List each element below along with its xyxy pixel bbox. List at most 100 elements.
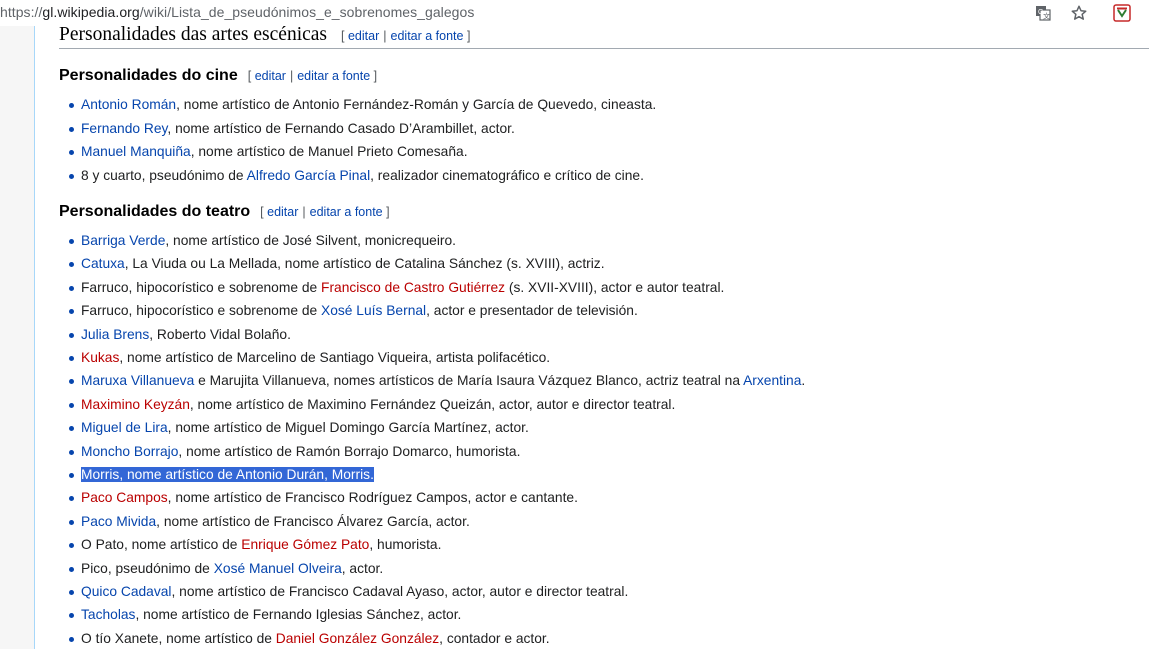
item-text: , nome artístico de Francisco Rodríguez … — [167, 490, 578, 506]
item-text: , contador e actor. — [439, 630, 550, 646]
redlink[interactable]: Paco Campos — [81, 490, 168, 505]
address-bar[interactable]: https://gl.wikipedia.org/wiki/Lista_de_p… — [0, 0, 1149, 27]
list-item: Pico, pseudónimo de Xosé Manuel Olveira,… — [69, 560, 384, 577]
list-item: Tacholas, nome artístico de Fernando Igl… — [69, 606, 462, 623]
svg-text:文: 文 — [1043, 12, 1050, 21]
article-link[interactable]: Antonio Román — [81, 97, 176, 112]
item-text: , nome artístico de Francisco Cadaval Ay… — [171, 584, 629, 599]
article-link[interactable]: Alfredo García Pinal — [247, 168, 370, 183]
list-item: Miguel de Lira, nome artístico de Miguel… — [69, 419, 529, 436]
page-margin — [0, 26, 34, 649]
heading-text: Personalidades das artes escénicas — [59, 26, 328, 45]
redlink[interactable]: Kukas — [81, 350, 119, 365]
bullet-icon — [69, 332, 74, 338]
item-text: Farruco, hipocorístico e sobrenome de — [81, 303, 322, 319]
item-text: , realizador cinematográfico e crítico d… — [370, 167, 644, 183]
list-item: Julia Brens, Roberto Vidal Bolaño. — [69, 326, 291, 343]
bullet-icon — [69, 426, 74, 432]
redlink[interactable]: Enrique Gómez Pato — [241, 537, 369, 552]
item-text: (s. XVII-XVIII), actor e autor teatral. — [505, 279, 725, 295]
bullet-icon — [69, 239, 74, 244]
item-text: , nome artístico de Ramón Borrajo Domarc… — [178, 443, 521, 459]
edit-link[interactable]: editar — [267, 205, 298, 219]
translate-icon[interactable]: G 文 — [1033, 3, 1053, 23]
list-item: Maximino Keyzán, nome artístico de Maxim… — [69, 396, 676, 413]
list-item: Paco Mivida, nome artístico de Francisco… — [69, 513, 470, 530]
list-item: O tío Xanete, nome artístico de Daniel G… — [69, 630, 550, 647]
item-text: 8 y cuarto, pseudónimo de — [81, 167, 247, 183]
bullet-icon — [69, 590, 74, 595]
item-text: . — [801, 373, 806, 389]
selected-text: Morris, nome artístico de Antonio Durán,… — [81, 467, 374, 482]
article-link[interactable]: Catuxa — [81, 256, 125, 271]
item-text: Pico, pseudónimo de — [81, 560, 214, 576]
list-item: O Pato, nome artístico de Enrique Gómez … — [69, 536, 442, 553]
list-item: Fernando Rey, nome artístico de Fernando… — [69, 120, 515, 137]
item-text: , humorista. — [369, 537, 442, 553]
bullet-icon — [69, 613, 74, 619]
item-text: , nome artístico de Manuel Prieto Comesa… — [190, 144, 468, 159]
article-link[interactable]: Xosé Manuel Olveira — [214, 561, 342, 576]
item-text: , actor. — [341, 560, 384, 576]
item-text: , nome artístico de Fernando Iglesias Sá… — [135, 607, 462, 623]
article-link[interactable]: Miguel de Lira — [81, 420, 168, 435]
item-text: e Marujita Villanueva, nomes artísticos … — [194, 373, 744, 389]
bullet-icon — [69, 379, 74, 385]
bullet-icon — [69, 473, 74, 478]
item-text: O Pato, nome artístico de — [81, 537, 242, 553]
bullet-icon — [69, 150, 74, 155]
heading-text: Personalidades do teatro — [59, 203, 251, 220]
edit-source-link[interactable]: editar a fonte — [310, 205, 383, 219]
url-host: gl.wikipedia.org — [42, 4, 140, 20]
url-path: /wiki/Lista_de_pseudónimos_e_sobrenomes_… — [139, 4, 475, 20]
edit-source-link[interactable]: editar a fonte — [391, 29, 464, 43]
bullet-icon — [69, 262, 74, 268]
redlink[interactable]: Maximino Keyzán — [81, 397, 190, 412]
bullet-icon — [69, 566, 74, 572]
bullet-icon — [69, 103, 74, 108]
bullet-icon — [69, 496, 74, 502]
article-link[interactable]: Arxentina — [743, 373, 801, 388]
edit-link[interactable]: editar — [255, 69, 286, 83]
edit-section-links: [ editar | editar a fonte ] — [260, 205, 390, 219]
bullet-icon — [69, 449, 74, 455]
article-link[interactable]: Moncho Borrajo — [81, 444, 178, 459]
item-text: , nome artístico de Maximino Fernández Q… — [189, 396, 676, 412]
article-link[interactable]: Julia Brens — [81, 327, 149, 342]
article-content: Personalidades das artes escénicas [ edit… — [34, 26, 1149, 649]
article-link[interactable]: Maruxa Villanueva — [81, 373, 194, 388]
redlink[interactable]: Daniel González González — [276, 631, 439, 646]
redlink[interactable]: Francisco de Castro Gutiérrez — [321, 280, 505, 295]
url-text[interactable]: https://gl.wikipedia.org/wiki/Lista_de_p… — [0, 4, 474, 20]
item-text: , nome artístico de Marcelino de Santiag… — [119, 350, 551, 365]
section-heading-teatro: Personalidades do teatro [ editar | editar … — [59, 203, 390, 221]
list-item: Morris, nome artístico de Antonio Durán,… — [69, 466, 374, 483]
section-heading-artes-escenicas: Personalidades das artes escénicas [ edit… — [59, 26, 1149, 49]
item-text: , Roberto Vidal Bolaño. — [149, 326, 291, 342]
article-link[interactable]: Xosé Luís Bernal — [321, 303, 426, 318]
item-text: , actor e presentador de televisión. — [426, 303, 638, 319]
article-link[interactable]: Tacholas — [81, 607, 135, 622]
heading-text: Personalidades do cine — [59, 67, 238, 84]
list-item: Barriga Verde, nome artístico de José Si… — [69, 232, 456, 249]
list-item: Quico Cadaval, nome artístico de Francis… — [69, 583, 629, 600]
list-item: Catuxa, La Viuda ou La Mellada, nome art… — [69, 255, 605, 272]
bullet-icon — [69, 543, 74, 549]
edit-link[interactable]: editar — [348, 29, 379, 43]
list-item: Farruco, hipocorístico e sobrenome de Fr… — [69, 279, 725, 296]
edit-source-link[interactable]: editar a fonte — [297, 69, 370, 83]
extension-icon[interactable] — [1112, 3, 1132, 23]
list-item: Farruco, hipocorístico e sobrenome de Xo… — [69, 302, 638, 319]
item-text: , nome artístico de Fernando Casado D’Ar… — [167, 120, 515, 136]
article-link[interactable]: Paco Mivida — [81, 514, 156, 529]
article-link[interactable]: Quico Cadaval — [81, 584, 172, 599]
item-text: , nome artístico de Antonio Fernández-Ro… — [176, 97, 657, 112]
article-link[interactable]: Fernando Rey — [81, 121, 167, 136]
bullet-icon — [69, 126, 74, 132]
bullet-icon — [69, 285, 74, 291]
bullet-icon — [69, 402, 74, 408]
list-item: Maruxa Villanueva e Marujita Villanueva,… — [69, 372, 806, 389]
star-icon[interactable] — [1069, 3, 1089, 23]
article-link[interactable]: Barriga Verde — [81, 233, 165, 248]
article-link[interactable]: Manuel Manquiña — [81, 144, 191, 159]
